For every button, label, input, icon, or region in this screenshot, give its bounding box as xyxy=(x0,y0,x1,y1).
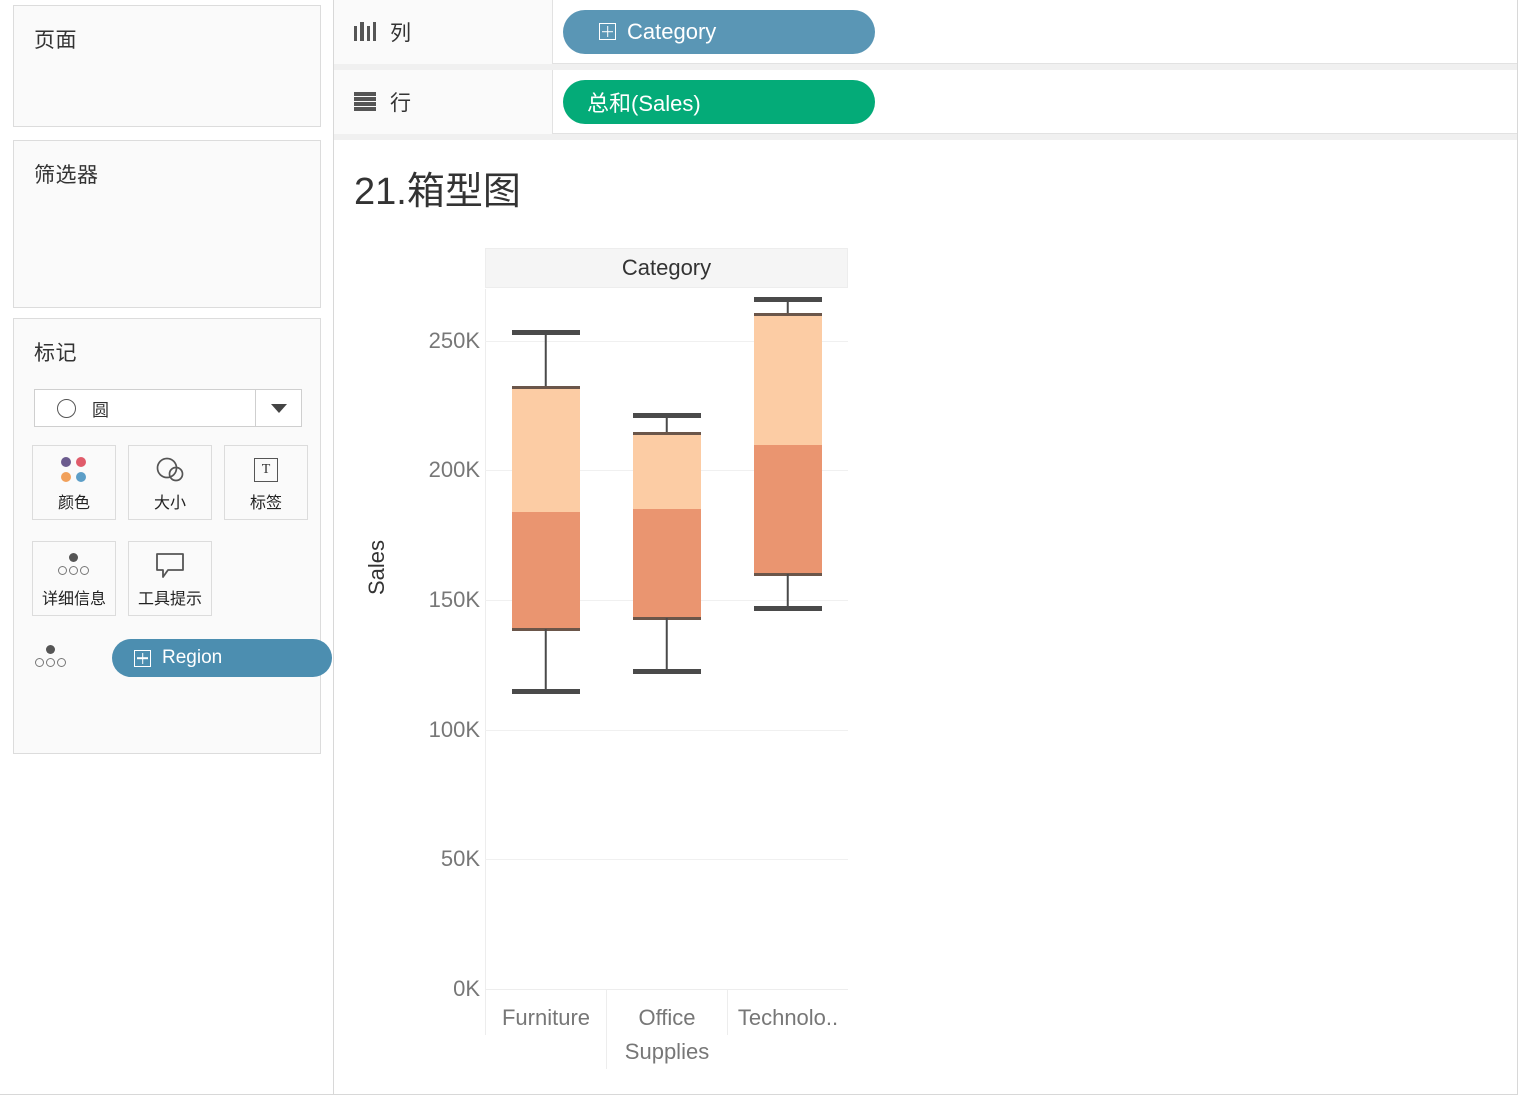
box-plot-furniture[interactable] xyxy=(511,289,580,989)
box-top-edge xyxy=(632,432,701,436)
y-axis-tick: 100K xyxy=(428,716,480,742)
mark-type-dropdown[interactable]: 圆 xyxy=(34,389,302,427)
chevron-down-icon xyxy=(270,403,287,413)
column-field-header[interactable]: Category xyxy=(485,248,848,288)
y-axis-line xyxy=(485,289,486,989)
plot-area xyxy=(485,289,848,990)
lower-whisker-cap xyxy=(753,606,822,612)
detail-dots-icon xyxy=(57,549,91,583)
filters-card: 筛选器 xyxy=(13,140,321,308)
columns-icon xyxy=(354,22,376,41)
rows-pill-label: 总和(Sales) xyxy=(587,90,701,116)
rows-pill-sales[interactable]: 总和(Sales) xyxy=(563,79,875,124)
marks-detail-button[interactable]: 详细信息 xyxy=(32,541,116,616)
box-upper-half[interactable] xyxy=(632,434,701,510)
mark-type-dropdown-arrow[interactable] xyxy=(255,390,301,426)
tooltip-bubble-icon xyxy=(154,549,186,583)
y-axis-tick: 50K xyxy=(440,846,480,872)
marks-label-label: 标签 xyxy=(249,494,282,512)
marks-color-label: 颜色 xyxy=(57,494,90,512)
x-axis-tick[interactable]: Furniture xyxy=(485,989,606,1035)
column-field-header-label: Category xyxy=(621,255,712,280)
rows-shelf-label: 行 xyxy=(390,91,411,115)
box-upper-half[interactable] xyxy=(753,314,822,445)
columns-shelf-label: 列 xyxy=(390,21,411,45)
y-axis-tick: 250K xyxy=(428,327,480,353)
lower-whisker xyxy=(544,628,547,694)
rows-icon xyxy=(354,92,376,111)
box-plot-office-supplies[interactable] xyxy=(632,289,701,989)
pages-card: 页面 xyxy=(13,5,321,127)
size-circles-icon xyxy=(153,453,187,487)
box-lower-half[interactable] xyxy=(511,511,580,629)
color-dots-icon xyxy=(61,453,87,487)
lower-whisker-cap xyxy=(632,668,701,674)
mark-type-value: 圆 xyxy=(92,400,109,420)
dimension-grid-icon xyxy=(134,649,151,667)
visualization-pane: 21.箱型图 Category Sales 0K 50K 100K 150K 200K 2… xyxy=(334,140,1518,1095)
page-title: 21.箱型图 xyxy=(354,171,521,213)
marks-detail-label: 详细信息 xyxy=(41,590,106,608)
marks-detail-shelf: Region xyxy=(32,637,332,679)
y-axis-tick: 0K xyxy=(453,976,480,1001)
detail-dots-icon xyxy=(34,645,68,671)
x-axis-tick[interactable]: Technolo.. xyxy=(727,989,848,1035)
box-top-edge xyxy=(753,312,822,316)
upper-whisker-cap xyxy=(511,330,580,336)
circle-mark-icon xyxy=(57,398,76,418)
box-upper-half[interactable] xyxy=(511,387,580,512)
marks-card-title: 标记 xyxy=(34,342,77,365)
marks-size-button[interactable]: 大小 xyxy=(128,445,212,520)
text-label-icon: T xyxy=(254,453,278,487)
upper-whisker-cap xyxy=(753,296,822,302)
y-axis-tick-labels: 0K 50K 100K 150K 200K 250K xyxy=(360,289,480,1001)
dimension-grid-icon xyxy=(599,23,616,40)
marks-label-button[interactable]: T 标签 xyxy=(224,445,308,520)
marks-size-label: 大小 xyxy=(153,494,186,512)
box-plot-technology[interactable] xyxy=(753,289,822,989)
lower-whisker xyxy=(786,574,789,611)
marks-region-pill-label: Region xyxy=(162,647,223,668)
filters-card-title: 筛选器 xyxy=(34,164,99,187)
y-axis-tick: 150K xyxy=(428,587,480,613)
lower-whisker xyxy=(665,618,668,673)
box-lower-half[interactable] xyxy=(753,444,822,575)
box-top-edge xyxy=(511,385,580,389)
marks-tooltip-button[interactable]: 工具提示 xyxy=(128,541,212,616)
rows-shelf[interactable]: 行 总和(Sales) xyxy=(334,69,1518,134)
marks-card: 标记 圆 颜色 大小 T 标签 详细信息 工具提示 Region xyxy=(13,318,332,754)
y-axis-tick: 200K xyxy=(428,457,480,483)
marks-tooltip-label: 工具提示 xyxy=(137,590,202,608)
columns-shelf-name: 列 xyxy=(334,0,553,64)
marks-region-pill[interactable]: Region xyxy=(112,639,332,677)
upper-whisker xyxy=(544,330,547,388)
x-axis-tick[interactable]: Office Supplies xyxy=(606,989,727,1069)
columns-shelf-body[interactable]: Category xyxy=(553,9,1518,54)
marks-color-button[interactable]: 颜色 xyxy=(32,445,116,520)
lower-whisker-cap xyxy=(511,689,580,695)
columns-pill-label: Category xyxy=(627,18,717,44)
upper-whisker-cap xyxy=(632,413,701,419)
pages-card-title: 页面 xyxy=(34,29,77,52)
left-panel: 页面 筛选器 标记 圆 颜色 大小 T 标签 详细信息 工具提示 Region xyxy=(0,0,334,1095)
rows-shelf-name: 行 xyxy=(334,69,553,134)
columns-pill-category[interactable]: Category xyxy=(563,9,875,54)
rows-shelf-body[interactable]: 总和(Sales) xyxy=(553,79,1518,124)
columns-shelf[interactable]: 列 Category xyxy=(334,0,1518,64)
box-lower-half[interactable] xyxy=(632,509,701,619)
